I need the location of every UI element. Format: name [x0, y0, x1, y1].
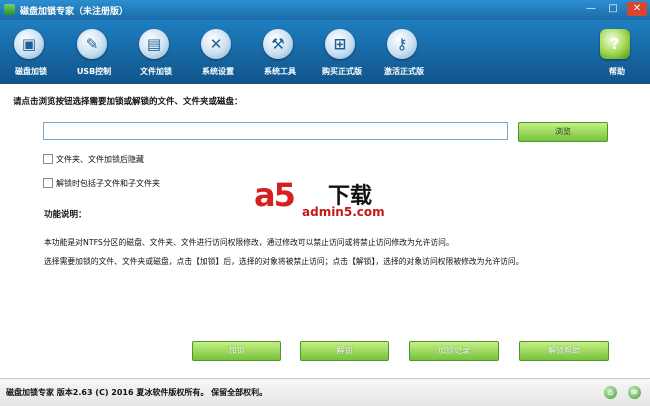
hide-after-lock-label: 文件夹、文件加锁后隐藏	[56, 155, 144, 164]
include-subfolders-label: 解锁时包括子文件和子文件夹	[56, 179, 160, 188]
home-icon[interactable]: ⌂	[604, 386, 617, 399]
window-title: 磁盘加锁专家（未注册版）	[20, 7, 129, 17]
help-icon: ?	[600, 29, 630, 59]
feature-description-line: 选择需要加锁的文件、文件夹或磁盘，点击【加锁】后，选择的对象将被禁止访问；点击【…	[44, 257, 524, 266]
unlock-button[interactable]: 解锁	[300, 341, 389, 361]
lock-button[interactable]: 加锁	[192, 341, 281, 361]
status-bar: 磁盘加锁专家 版本2.63 (C) 2016 夏冰软件版权所有。 保留全部权利。…	[0, 378, 650, 406]
path-input[interactable]	[43, 122, 508, 140]
maximize-button[interactable]: □	[602, 2, 624, 16]
watermark-a5: a5	[254, 176, 296, 214]
file-icon: ▤	[139, 29, 169, 59]
include-subfolders-checkbox[interactable]	[43, 178, 53, 188]
toolbar-system-tools[interactable]: ⚒ 系统工具	[249, 26, 311, 82]
browse-button[interactable]: 浏览	[518, 122, 608, 142]
tools-icon: ✕	[201, 29, 231, 59]
toolbar-label: 文件加锁	[140, 67, 172, 76]
feature-description-title: 功能说明：	[44, 210, 87, 220]
watermark-logo: a5 下载 admin5.com	[252, 174, 396, 222]
toolbar-file-lock[interactable]: ▤ 文件加锁	[125, 26, 187, 82]
watermark-url: admin5.com	[302, 205, 385, 219]
cart-icon: ⊞	[325, 29, 355, 59]
toolbar-buy[interactable]: ⊞ 购买正式版	[311, 26, 373, 82]
toolbar-label: 激活正式版	[384, 67, 424, 76]
key-icon: ⚷	[387, 29, 417, 59]
title-bar: 磁盘加锁专家（未注册版） — □ ✕	[0, 0, 650, 20]
copyright-text: 磁盘加锁专家 版本2.63 (C) 2016 夏冰软件版权所有。 保留全部权利。	[6, 388, 268, 397]
hide-after-lock-checkbox[interactable]	[43, 154, 53, 164]
app-logo-icon	[4, 4, 15, 15]
toolbar-label: 购买正式版	[322, 67, 362, 76]
toolbar-settings[interactable]: ✕ 系统设置	[187, 26, 249, 82]
message-icon[interactable]: ✉	[628, 386, 641, 399]
toolbar-label: 系统设置	[202, 67, 234, 76]
app-window: 磁盘加锁专家（未注册版） — □ ✕ ▣ 磁盘加锁 ✎ USB控制 ▤ 文件加锁…	[0, 0, 650, 406]
toolbar-help[interactable]: ? 帮助	[586, 26, 648, 82]
lock-log-button[interactable]: 加锁记录	[409, 341, 499, 361]
close-button[interactable]: ✕	[627, 2, 647, 16]
main-panel: 请点击浏览按钮选择需要加锁或解锁的文件、文件夹或磁盘： 浏览 文件夹、文件加锁后…	[0, 84, 650, 378]
feature-description-line: 本功能是对NTFS分区的磁盘、文件夹、文件进行访问权限修改，通过修改可以禁止访问…	[44, 238, 454, 247]
toolbar-label: 帮助	[609, 67, 625, 76]
minimize-button[interactable]: —	[580, 2, 602, 16]
toolbar-activate[interactable]: ⚷ 激活正式版	[373, 26, 435, 82]
select-prompt: 请点击浏览按钮选择需要加锁或解锁的文件、文件夹或磁盘：	[13, 97, 243, 107]
hammer-icon: ⚒	[263, 29, 293, 59]
toolbar-label: 系统工具	[264, 67, 296, 76]
toolbar-usb-control[interactable]: ✎ USB控制	[63, 26, 125, 82]
disk-icon: ▣	[14, 29, 44, 59]
main-toolbar: ▣ 磁盘加锁 ✎ USB控制 ▤ 文件加锁 ✕ 系统设置 ⚒ 系统工具 ⊞ 购买…	[0, 20, 650, 84]
toolbar-disk-lock[interactable]: ▣ 磁盘加锁	[0, 26, 62, 82]
toolbar-label: USB控制	[76, 67, 112, 76]
usb-icon: ✎	[77, 29, 107, 59]
toolbar-label: 磁盘加锁	[15, 67, 47, 76]
unlock-help-button[interactable]: 解锁帮助	[519, 341, 609, 361]
